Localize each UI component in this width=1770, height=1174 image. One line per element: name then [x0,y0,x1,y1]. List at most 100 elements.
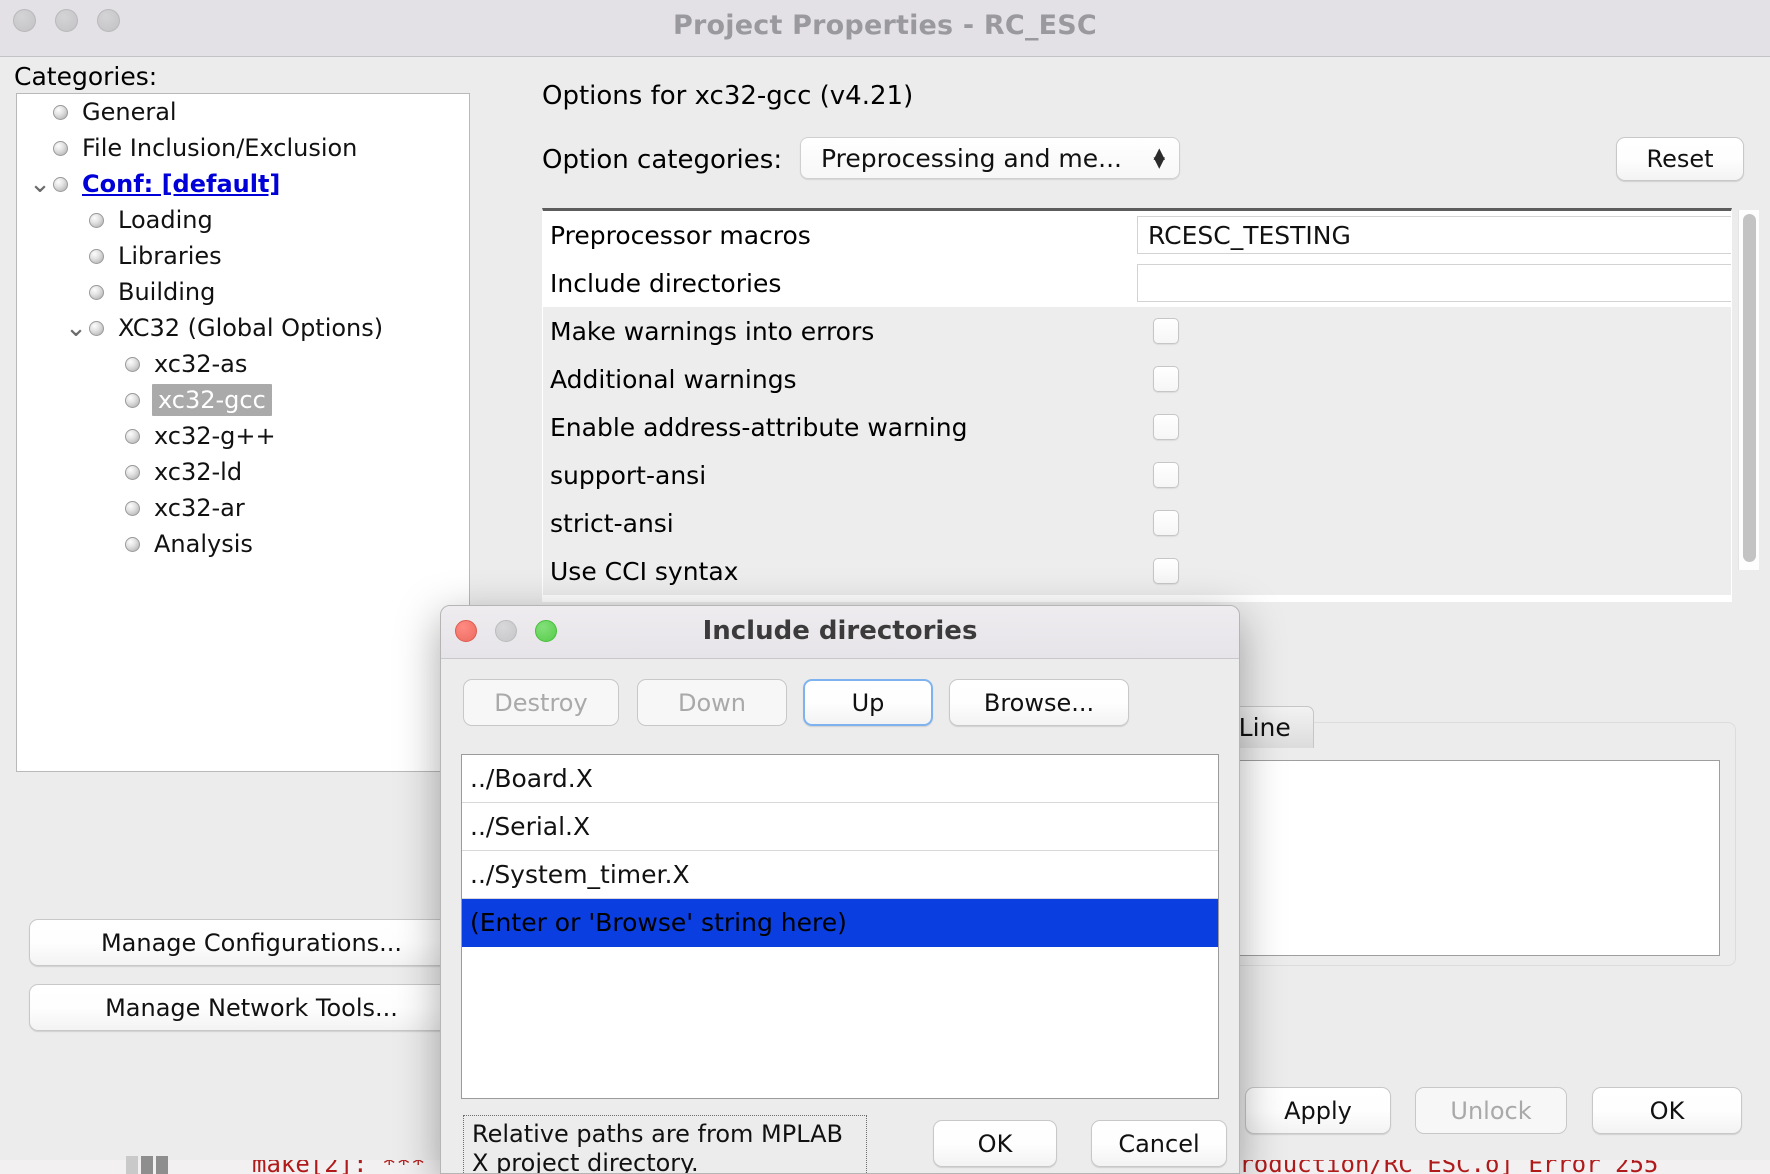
tree-node-icon [89,212,104,228]
tree-item-label: xc32-g++ [154,422,276,450]
tree-node-icon [125,500,140,516]
option-checkbox[interactable] [1153,462,1179,488]
option-name: strict-ansi [550,508,674,538]
list-item[interactable]: ../Serial.X [462,803,1218,851]
reset-button[interactable]: Reset [1616,137,1744,181]
tree-item-label: XC32 (Global Options) [118,314,384,342]
option-row[interactable]: Additional warnings [543,355,1731,403]
tree-item-xc32-g[interactable]: xc32-g++ [17,418,469,454]
tree-item-xc32-gcc[interactable]: xc32-gcc [17,382,469,418]
option-row[interactable]: Include directories [543,259,1731,307]
tree-node-icon [89,248,104,264]
option-value-cell[interactable]: RCESC_TESTING••• [1135,211,1731,259]
screen-root: Project Properties - RC_ESC Categories: … [0,0,1770,1174]
list-item[interactable]: (Enter or 'Browse' string here) [462,899,1218,947]
tree-item-xc32-as[interactable]: xc32-as [17,346,469,382]
tree-node-icon [89,320,104,336]
option-value-cell[interactable] [1135,355,1731,403]
option-row[interactable]: Enable address-attribute warning [543,403,1731,451]
tree-item-general[interactable]: General [17,94,469,130]
tree-item-file-inclusion-exclusion[interactable]: File Inclusion/Exclusion [17,130,469,166]
tree-item-label: xc32-gcc [152,384,272,416]
dialog-titlebar: Include directories [441,606,1239,659]
tree-item-xc32-ld[interactable]: xc32-ld [17,454,469,490]
dialog-ok-button[interactable]: OK [933,1120,1057,1167]
option-value-cell[interactable] [1135,259,1731,307]
tree-node-icon [125,464,140,480]
relative-paths-hint: Relative paths are from MPLAB X project … [463,1115,867,1173]
option-categories-value: Preprocessing and me... [821,143,1122,173]
option-value-cell[interactable] [1135,307,1731,355]
ok-button[interactable]: OK [1592,1087,1742,1134]
tree-node-icon [53,104,68,120]
tree-item-libraries[interactable]: Libraries [17,238,469,274]
include-directories-list[interactable]: ../Board.X ../Serial.X ../System_timer.X (E… [461,754,1219,1099]
include-directories-dialog: Include directories Destroy Down Up Brow… [440,605,1240,1174]
console-tab-chips [126,1156,168,1174]
tree-node-icon [125,428,140,444]
option-checkbox[interactable] [1153,318,1179,344]
chevron-down-icon[interactable]: ⌄ [27,171,53,197]
dialog-button-row: Destroy Down Up Browse... [441,679,1239,729]
window-title: Project Properties - RC_ESC [673,10,1097,41]
tree-node-icon [53,176,68,192]
option-name: Include directories [550,268,782,298]
option-categories-select[interactable]: Preprocessing and me... ▲ ▼ [800,137,1180,179]
option-value-cell[interactable] [1135,403,1731,451]
option-checkbox[interactable] [1153,558,1179,584]
destroy-button: Destroy [463,679,619,726]
tree-item-label: Building [118,278,216,306]
list-item[interactable]: ../System_timer.X [462,851,1218,899]
tree-item-label: xc32-ar [154,494,245,522]
unlock-button: Unlock [1415,1087,1567,1134]
tree-item-xc32-global-options[interactable]: ⌄ XC32 (Global Options) [17,310,469,346]
tree-node-icon [53,140,68,156]
option-checkbox[interactable] [1153,510,1179,536]
option-text-input[interactable]: RCESC_TESTING [1137,216,1731,254]
console-chip [156,1156,168,1174]
option-row[interactable]: Make warnings into errors [543,307,1731,355]
tree-item-label: Loading [118,206,213,234]
option-value-cell[interactable] [1135,499,1731,547]
option-name: Enable address-attribute warning [550,412,968,442]
apply-button[interactable]: Apply [1245,1087,1391,1134]
option-row[interactable]: support-ansi [543,451,1731,499]
scrollbar-thumb[interactable] [1743,214,1756,562]
console-right-text: t/production/RC_ESC.o] Error 255 [1196,1160,1659,1174]
manage-network-tools-button[interactable]: Manage Network Tools... [29,984,474,1031]
tree-item-building[interactable]: Building [17,274,469,310]
chevron-down-icon[interactable]: ⌄ [63,315,89,341]
main-titlebar: Project Properties - RC_ESC [0,0,1770,57]
option-name: Make warnings into errors [550,316,875,346]
categories-label: Categories: [14,62,158,91]
tree-item-label: xc32-ld [154,458,243,486]
console-chip [126,1156,138,1174]
option-checkbox[interactable] [1153,414,1179,440]
option-row[interactable]: Preprocessor macros RCESC_TESTING••• [543,211,1731,259]
option-value-cell[interactable] [1135,547,1731,595]
tree-item-analysis[interactable]: Analysis [17,526,469,562]
tree-node-icon [125,392,140,408]
options-table[interactable]: Preprocessor macros RCESC_TESTING••• Inclu… [542,208,1732,602]
option-text-input[interactable] [1137,264,1731,302]
option-name: support-ansi [550,460,707,490]
option-value-cell[interactable] [1135,451,1731,499]
option-row[interactable]: Use CCI syntax [543,547,1731,595]
tree-item-label: Conf: [default] [82,170,281,198]
tree-item-xc32-ar[interactable]: xc32-ar [17,490,469,526]
option-row[interactable]: strict-ansi [543,499,1731,547]
manage-configurations-button[interactable]: Manage Configurations... [29,919,474,966]
option-checkbox[interactable] [1153,366,1179,392]
tree-item-loading[interactable]: Loading [17,202,469,238]
chevron-updown-icon: ▲ ▼ [1153,144,1165,171]
up-button[interactable]: Up [803,679,933,726]
tree-item-label: xc32-as [154,350,248,378]
dialog-cancel-button[interactable]: Cancel [1091,1120,1227,1167]
browse-button[interactable]: Browse... [949,679,1129,726]
dialog-title: Include directories [702,616,978,646]
options-scrollbar[interactable] [1738,210,1759,570]
list-item[interactable]: ../Board.X [462,755,1218,803]
categories-tree[interactable]: General File Inclusion/Exclusion ⌄ Conf: [d… [16,93,470,772]
console-left-text: make[2]: *** [252,1160,426,1174]
tree-item-conf-default[interactable]: ⌄ Conf: [default] [17,166,469,202]
